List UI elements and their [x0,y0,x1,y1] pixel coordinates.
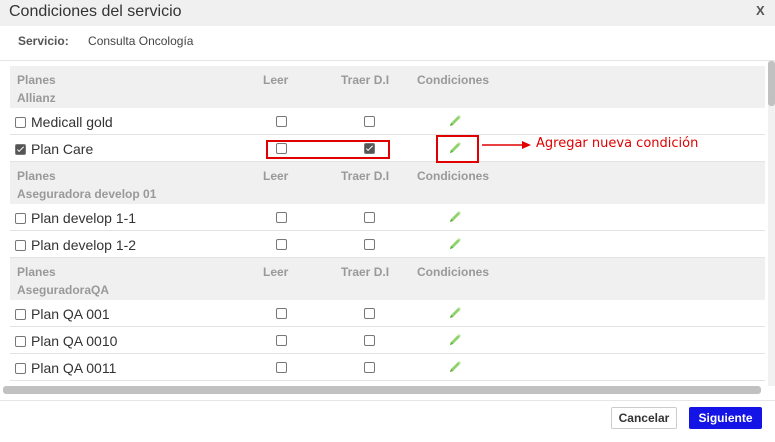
plan-name-cell: Plan QA 0011 [15,360,116,376]
leer-checkbox[interactable] [276,116,287,127]
col-header-condiciones: Condiciones [417,265,490,279]
highlight-checkbox-box [266,140,390,159]
leer-checkbox[interactable] [276,239,287,250]
group-header: Planes Leer Traer D.I Condiciones Asegurador… [10,258,765,300]
col-header-leer: Leer [263,169,289,183]
traer-checkbox[interactable] [364,212,375,223]
plan-name-cell: Plan Care [15,141,93,157]
plan-select-checkbox[interactable] [15,335,26,347]
plan-select-checkbox[interactable] [15,212,26,224]
insurer-name: Aseguradora develop 01 [17,187,157,201]
pencil-icon[interactable] [447,305,463,321]
pencil-icon[interactable] [447,236,463,252]
dialog-title-bar: Condiciones del servicio X [0,0,775,26]
col-header-traer: Traer D.I [341,73,390,87]
cancel-button[interactable]: Cancelar [611,407,677,429]
col-header-leer: Leer [263,265,289,279]
col-header-condiciones: Condiciones [417,73,490,87]
plans-scroll-area[interactable]: Planes Leer Traer D.I Condiciones Allianz Med… [0,61,768,386]
plan-select-checkbox[interactable] [15,239,26,251]
plan-select-checkbox[interactable] [15,116,26,128]
traer-checkbox[interactable] [364,308,375,319]
arrow-right-icon [482,141,531,149]
traer-checkbox[interactable] [364,239,375,250]
plan-name: Plan QA 0010 [31,333,118,349]
col-header-leer: Leer [263,73,289,87]
service-label: Servicio: [18,34,69,48]
plan-select-checkbox[interactable] [15,362,26,374]
insurer-name: Allianz [17,91,56,105]
leer-checkbox[interactable] [276,308,287,319]
close-icon[interactable]: X [756,3,765,18]
plan-name-cell: Plan QA 0010 [15,333,117,349]
plan-row: Plan QA 0011 [10,354,765,381]
leer-checkbox[interactable] [276,335,287,346]
horizontal-scrollbar[interactable] [3,386,761,394]
vertical-scrollbar[interactable] [768,61,775,386]
plan-name: Plan QA 0011 [31,360,117,376]
plan-name: Plan Care [31,141,94,157]
plan-row: Plan develop 1-2 [10,231,765,258]
pencil-icon[interactable] [447,359,463,375]
service-info: Servicio: Consulta Oncología [18,34,193,48]
plan-row: Plan develop 1-1 [10,204,765,231]
col-header-planes: Planes [17,169,56,183]
pencil-icon[interactable] [447,209,463,225]
plan-name-cell: Plan QA 001 [15,306,110,322]
plan-name: Plan develop 1-1 [31,210,137,226]
next-button[interactable]: Siguiente [689,407,762,429]
plan-name: Medicall gold [31,114,113,130]
vertical-scrollbar-thumb[interactable] [768,61,775,106]
traer-checkbox[interactable] [364,116,375,127]
pencil-icon[interactable] [447,332,463,348]
col-header-planes: Planes [17,73,56,87]
col-header-condiciones: Condiciones [417,169,490,183]
plan-name: Plan QA 001 [31,306,110,322]
plan-name: Plan develop 1-2 [31,237,137,253]
leer-checkbox[interactable] [276,362,287,373]
col-header-traer: Traer D.I [341,265,390,279]
annotation-text: Agregar nueva condición [536,136,699,151]
footer-divider [0,400,775,401]
plan-select-checkbox[interactable] [15,308,26,320]
dialog-title: Condiciones del servicio [9,3,182,20]
group-header: Planes Leer Traer D.I Condiciones Allianz [10,66,765,108]
plan-name-cell: Plan develop 1-1 [15,210,136,226]
highlight-edit-box [436,135,479,163]
pencil-icon[interactable] [447,113,463,129]
service-value: Consulta Oncología [88,34,194,48]
leer-checkbox[interactable] [276,212,287,223]
plan-name-cell: Medicall gold [15,114,113,130]
col-header-planes: Planes [17,265,56,279]
group-header: Planes Leer Traer D.I Condiciones Asegurador… [10,162,765,204]
insurer-name: AseguradoraQA [17,283,110,297]
plan-row: Plan QA 001 [10,300,765,327]
plan-select-checkbox[interactable] [15,143,26,155]
traer-checkbox[interactable] [364,362,375,373]
plan-name-cell: Plan develop 1-2 [15,237,136,253]
plans-table: Planes Leer Traer D.I Condiciones Allianz Med… [10,66,765,381]
plan-row: Medicall gold [10,108,765,135]
col-header-traer: Traer D.I [341,169,390,183]
traer-checkbox[interactable] [364,335,375,346]
plan-row: Plan QA 0010 [10,327,765,354]
